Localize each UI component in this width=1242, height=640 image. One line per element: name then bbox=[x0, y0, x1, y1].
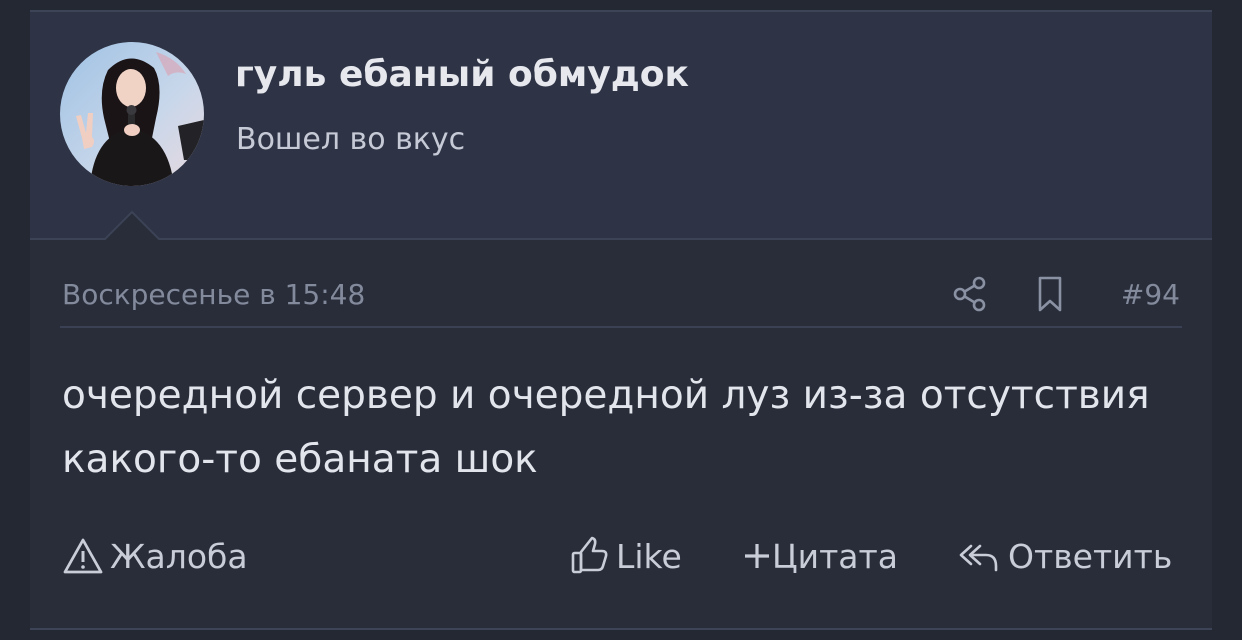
warning-icon bbox=[63, 538, 103, 574]
reply-label: Ответить bbox=[1008, 536, 1173, 576]
avatar-photo-icon bbox=[60, 42, 204, 186]
bottom-divider bbox=[30, 628, 1212, 630]
forum-page: гуль ебаный обмудок Вошел во вкус Воскре… bbox=[0, 0, 1242, 640]
reply-all-icon bbox=[959, 544, 998, 572]
report-label: Жалоба bbox=[110, 536, 248, 576]
bookmark-icon[interactable] bbox=[1032, 274, 1068, 314]
quote-button[interactable]: Цитата bbox=[742, 532, 898, 580]
quote-label: Цитата bbox=[772, 536, 898, 576]
like-button[interactable]: Like bbox=[570, 532, 682, 580]
share-icon[interactable] bbox=[950, 274, 990, 314]
report-button[interactable]: Жалоба bbox=[62, 532, 248, 580]
forum-post: гуль ебаный обмудок Вошел во вкус Воскре… bbox=[30, 12, 1212, 628]
author-title: Вошел во вкус bbox=[236, 122, 466, 157]
author-name[interactable]: гуль ебаный обмудок bbox=[235, 54, 689, 95]
avatar[interactable] bbox=[60, 42, 204, 186]
caret-pointer-icon bbox=[104, 210, 160, 240]
post-actions: Жалоба Like Цитата Ответить bbox=[30, 532, 1212, 582]
author-divider bbox=[30, 238, 1212, 240]
thumbs-up-icon bbox=[571, 536, 608, 574]
author-bar: гуль ебаный обмудок Вошел во вкус bbox=[30, 12, 1212, 238]
plus-icon bbox=[745, 544, 769, 568]
post-body: очередной сервер и очередной луз из-за о… bbox=[62, 373, 1150, 482]
post-date[interactable]: Воскресенье в 15:48 bbox=[62, 278, 365, 311]
post-number[interactable]: #94 bbox=[1121, 278, 1180, 311]
meta-divider bbox=[60, 326, 1182, 328]
reply-button[interactable]: Ответить bbox=[958, 532, 1172, 580]
like-label: Like bbox=[616, 536, 682, 576]
